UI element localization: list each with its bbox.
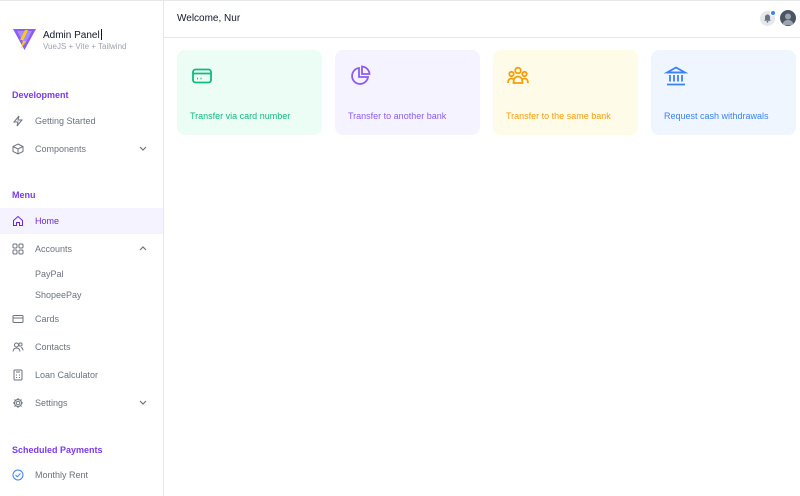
gear-icon [13, 398, 23, 408]
sidebar-item-cards[interactable]: Cards [0, 306, 163, 332]
sidebar-subitem-paypal[interactable]: PayPal [35, 269, 64, 279]
brand-subtitle: VueJS + Vite + Tailwind [43, 42, 127, 51]
section-label-scheduled-payments: Scheduled Payments [12, 445, 103, 455]
vite-logo-icon [13, 29, 36, 50]
cube-icon [12, 143, 24, 155]
brand-title: Admin Panel [43, 29, 102, 41]
bank-icon [664, 66, 688, 86]
sidebar-subitem-shopeepay[interactable]: ShopeePay [35, 290, 82, 300]
chevron-down-icon [139, 400, 147, 405]
card-label: Transfer to the same bank [506, 111, 611, 121]
sidebar-item-label: Contacts [35, 342, 71, 352]
sidebar-item-settings[interactable]: Settings [0, 390, 163, 416]
check-circle-icon [12, 469, 24, 481]
sidebar-item-components[interactable]: Components [0, 136, 163, 162]
calculator-icon [13, 369, 23, 381]
sidebar-item-getting-started[interactable]: Getting Started [0, 108, 163, 134]
card-label: Request cash withdrawals [664, 111, 769, 121]
sidebar-item-label: Monthly Rent [35, 470, 89, 480]
sidebar-item-label: Cards [35, 314, 60, 324]
top-header: Welcome, Nur [164, 1, 800, 38]
avatar[interactable] [780, 10, 796, 26]
welcome-text: Welcome, Nur [177, 13, 241, 24]
section-label-development: Development [12, 90, 69, 100]
sidebar-item-home[interactable]: Home [0, 208, 163, 234]
card-request-cash-withdrawals[interactable]: Request cash withdrawals [651, 50, 796, 135]
sidebar-item-contacts[interactable]: Contacts [0, 334, 163, 360]
grid-icon [12, 243, 24, 255]
chevron-up-icon [139, 246, 147, 251]
card-label: Transfer via card number [190, 111, 291, 121]
sidebar-item-label: Getting Started [35, 116, 96, 126]
sidebar-item-monthly-rent[interactable]: Monthly Rent [0, 462, 163, 488]
user-group-icon [507, 66, 529, 84]
sidebar-item-label: Home [35, 216, 60, 226]
brand[interactable]: Admin Panel VueJS + Vite + Tailwind [12, 27, 162, 57]
users-icon [12, 342, 24, 352]
credit-card-icon [12, 315, 24, 323]
bolt-icon [12, 115, 24, 127]
section-label-menu: Menu [12, 190, 36, 200]
notification-dot [770, 10, 776, 16]
sidebar-item-label: Components [35, 144, 87, 154]
card-transfer-same-bank[interactable]: Transfer to the same bank [493, 50, 638, 135]
notification-button[interactable] [760, 10, 776, 26]
card-transfer-another-bank[interactable]: Transfer to another bank [335, 50, 480, 135]
sidebar-item-label: Loan Calculator [35, 370, 99, 380]
sidebar-item-loan-calculator[interactable]: Loan Calculator [0, 362, 163, 388]
sidebar-item-accounts[interactable]: Accounts [0, 236, 163, 262]
home-icon [13, 215, 23, 226]
sidebar-item-label: Accounts [35, 244, 73, 254]
pie-chart-icon [351, 65, 371, 85]
sidebar-item-label: Settings [35, 398, 68, 408]
chevron-down-icon [139, 146, 147, 151]
card-transfer-card-number[interactable]: Transfer via card number [177, 50, 322, 135]
sidebar: Admin Panel VueJS + Vite + Tailwind Deve… [0, 1, 164, 496]
user-avatar-icon [782, 13, 794, 25]
card-label: Transfer to another bank [348, 111, 447, 121]
credit-card-icon [192, 68, 212, 84]
